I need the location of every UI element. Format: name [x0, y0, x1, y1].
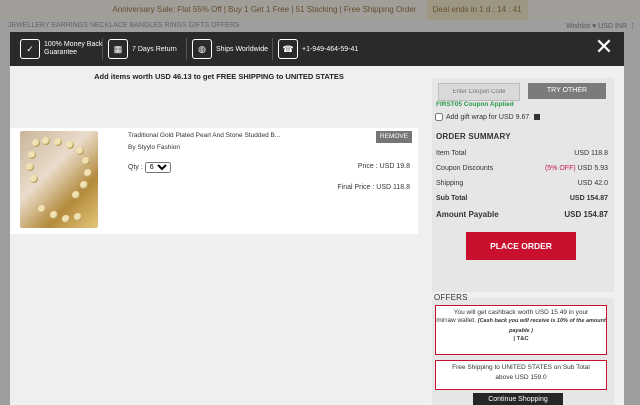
continue-shopping-button[interactable]: Continue Shopping — [473, 393, 563, 405]
subtotal-label: Sub Total — [436, 195, 468, 202]
close-icon[interactable]: ✕ — [592, 36, 616, 60]
product-title[interactable]: Traditional Gold Plated Pearl And Stone … — [128, 132, 280, 139]
quantity-label: Qty : — [128, 164, 143, 171]
item-total-value: USD 118.8 — [574, 150, 608, 157]
amount-payable-label: Amount Payable — [436, 210, 499, 219]
order-panel: TRY OTHER FIRST05 Coupon Applied Add gif… — [432, 78, 614, 292]
amount-payable-row: Amount Payable USD 154.87 — [436, 210, 608, 219]
coupon-discount-label: Coupon Discounts — [436, 165, 494, 172]
terms-link[interactable]: | T&C — [436, 336, 606, 342]
free-shipping-offer: Free Shipping to UNITED STATES on Sub To… — [435, 360, 607, 390]
coupon-discount-percent: (5% OFF) — [544, 165, 576, 172]
order-summary-title: ORDER SUMMARY — [436, 132, 511, 141]
offers-panel: OFFERS You will get cashback worth USD 1… — [432, 293, 614, 405]
money-back-guarantee-icon: ✓ — [20, 39, 40, 59]
globe-icon: ◍ — [192, 39, 212, 59]
coupon-discount-value: USD 5.93 — [577, 165, 608, 172]
amount-payable-value: USD 154.87 — [564, 210, 608, 219]
worldwide-label: Ships Worldwide — [216, 45, 269, 53]
header-divider — [272, 38, 273, 60]
item-total-row: Item Total USD 118.8 — [436, 150, 608, 157]
quantity-control: Qty : 6 — [128, 162, 171, 173]
calendar-icon: ▦ — [108, 39, 128, 59]
money-back-label: 100% Money Back Guarantee — [44, 41, 103, 56]
gift-wrap-checkbox[interactable] — [435, 113, 443, 121]
cart-item: Traditional Gold Plated Pearl And Stone … — [10, 128, 418, 234]
free-shipping-offer-line-1: Free Shipping to UNITED STATES on Sub To… — [452, 364, 590, 371]
quantity-select[interactable]: 6 — [144, 162, 171, 173]
try-other-button[interactable]: TRY OTHER — [528, 83, 606, 99]
offers-title: OFFERS — [434, 293, 468, 302]
phone-number[interactable]: +1-949-464-59-41 — [302, 46, 358, 53]
header-divider — [102, 38, 103, 60]
cart-items-panel: Add items worth USD 46.13 to get FREE SH… — [10, 66, 428, 405]
cashback-line-2: mirraw wallet. — [436, 317, 476, 324]
gift-wrap-label: Add gift wrap for USD 9.67 — [446, 113, 530, 121]
gift-icon — [534, 114, 541, 120]
shipping-value: USD 42.0 — [577, 180, 608, 187]
product-image[interactable] — [20, 131, 98, 228]
cart-modal: ✓ 100% Money Back Guarantee ▦ 7 Days Ret… — [10, 32, 624, 405]
cashback-line-1: You will get cashback worth USD 15.49 in… — [453, 309, 589, 316]
gift-wrap-option[interactable]: Add gift wrap for USD 9.67 — [435, 113, 541, 121]
final-price: Final Price : USD 118.8 — [337, 184, 410, 191]
phone-icon: ☎ — [278, 39, 298, 59]
product-vendor: By Styylo Fashion — [128, 144, 181, 151]
header-divider — [186, 38, 187, 60]
coupon-applied-text: FIRST05 Coupon Applied — [436, 101, 514, 108]
coupon-code-input[interactable] — [438, 83, 520, 101]
coupon-discount-row: Coupon Discounts (5% OFF) USD 5.93 — [436, 165, 608, 172]
money-back-badge: ✓ 100% Money Back Guarantee — [20, 38, 106, 60]
modal-header: ✓ 100% Money Back Guarantee ▦ 7 Days Ret… — [10, 32, 624, 66]
shipping-row: Shipping USD 42.0 — [436, 180, 608, 187]
free-shipping-note: Add items worth USD 46.13 to get FREE SH… — [94, 72, 344, 81]
returns-badge: ▦ 7 Days Return — [108, 38, 177, 60]
returns-label: 7 Days Return — [132, 45, 177, 53]
subtotal-row: Sub Total USD 154.87 — [436, 195, 608, 202]
cashback-offer: You will get cashback worth USD 15.49 in… — [435, 305, 607, 355]
shipping-label: Shipping — [436, 180, 464, 187]
phone-badge[interactable]: ☎ +1-949-464-59-41 — [278, 38, 358, 60]
unit-price: Price : USD 19.8 — [357, 163, 410, 170]
cashback-note: (Cash back you will receive is 10% of th… — [477, 318, 606, 334]
place-order-button[interactable]: PLACE ORDER — [466, 232, 576, 260]
free-shipping-offer-line-2: above USD 159.0 — [495, 374, 547, 381]
worldwide-badge: ◍ Ships Worldwide — [192, 38, 268, 60]
item-total-label: Item Total — [436, 150, 467, 157]
remove-button[interactable]: REMOVE — [376, 131, 412, 143]
subtotal-value: USD 154.87 — [569, 195, 608, 202]
